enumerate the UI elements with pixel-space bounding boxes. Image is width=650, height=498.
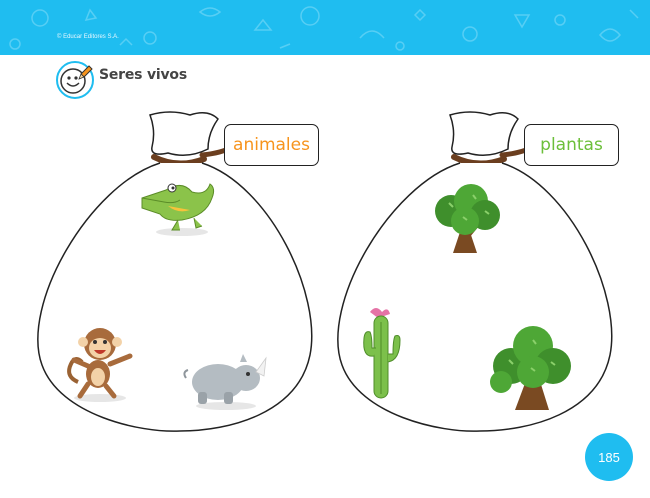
cactus-picture (363, 308, 401, 399)
label-plantas: plantas (524, 124, 619, 166)
monkey-picture (67, 328, 133, 402)
copyright-text: © Educar Editores S.A. (57, 34, 119, 40)
rhinoceros-picture (183, 354, 267, 410)
banner-doodles (9, 6, 639, 51)
section-title: Seres vivos (99, 67, 187, 83)
header-banner: © Educar Editores S.A. (0, 0, 650, 55)
tree-picture-2 (490, 326, 571, 410)
tree-picture (435, 184, 500, 253)
page-number-badge: 185 (585, 433, 633, 481)
page-number: 185 (598, 449, 620, 465)
smiley-pencil-icon (56, 61, 94, 99)
crocodile-picture (141, 183, 215, 236)
label-animales: animales (224, 124, 319, 166)
